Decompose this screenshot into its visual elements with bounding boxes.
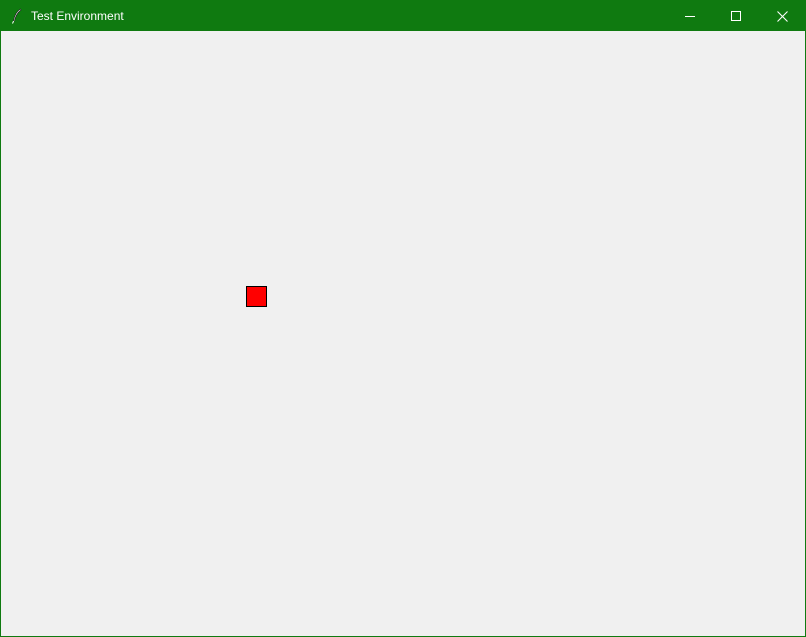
maximize-button[interactable] xyxy=(713,1,759,31)
maximize-icon xyxy=(731,11,741,21)
close-button[interactable] xyxy=(759,1,805,31)
window-controls xyxy=(667,1,805,31)
feather-icon xyxy=(11,8,23,24)
title-bar[interactable]: Test Environment xyxy=(1,1,805,31)
client-area[interactable] xyxy=(1,31,805,636)
minimize-button[interactable] xyxy=(667,1,713,31)
red-square-target[interactable] xyxy=(246,286,267,307)
app-window: Test Environment xyxy=(0,0,806,637)
close-icon xyxy=(776,10,788,22)
window-title: Test Environment xyxy=(31,9,124,23)
minimize-icon xyxy=(685,11,695,21)
